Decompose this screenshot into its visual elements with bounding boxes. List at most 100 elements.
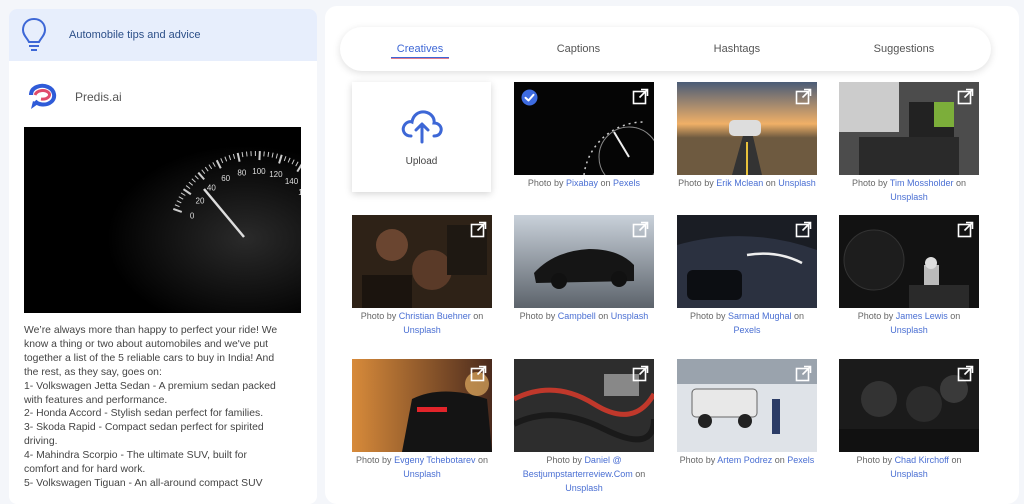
creative-card: Photo by Erik Mclean on Unsplash — [677, 82, 817, 190]
author-link[interactable]: Erik Mclean — [716, 178, 763, 188]
caption-line: together a list of the 5 reliable cars t… — [24, 352, 275, 364]
caption-line: comfort and for hard work. — [24, 464, 146, 476]
creative-card: Photo by Artem Podrez on Pexels — [677, 359, 817, 467]
creatives-panel: Creatives Captions Hashtags Suggestions … — [325, 6, 1019, 504]
source-link[interactable]: Unsplash — [403, 325, 441, 335]
creative-thumbnail[interactable] — [839, 359, 979, 452]
author-link[interactable]: Christian Buehner — [399, 311, 471, 321]
creative-thumbnail[interactable] — [839, 215, 979, 308]
tab-captions[interactable]: Captions — [551, 43, 606, 55]
gauge-label: 160 — [298, 188, 301, 197]
caption-line: 1- Volkswagen Jetta Sedan - A premium se… — [24, 380, 276, 392]
source-link[interactable]: Unsplash — [890, 325, 928, 335]
tab-creatives[interactable]: Creatives — [390, 43, 450, 59]
credit-on: on — [951, 455, 962, 465]
creative-thumbnail[interactable] — [677, 82, 817, 175]
credit-prefix: Photo by — [856, 455, 893, 465]
caption-line: 3- Skoda Rapid - Compact sedan perfect f… — [24, 422, 264, 434]
creative-thumbnail[interactable] — [514, 82, 654, 175]
external-link-icon[interactable] — [470, 221, 487, 238]
source-link[interactable]: Unsplash — [890, 192, 928, 202]
gauge-label: 140 — [285, 177, 299, 186]
gauge-label: 100 — [252, 167, 266, 176]
caption-line: We’re always more than happy to perfect … — [24, 325, 278, 336]
author-link[interactable]: Evgeny Tchebotarev — [394, 455, 475, 465]
photo-credit: Photo by Evgeny Tchebotarev on Unsplash — [352, 453, 492, 481]
credit-prefix: Photo by — [678, 178, 714, 188]
external-link-icon[interactable] — [957, 221, 974, 238]
creative-card: Photo by Tim Mossholder on Unsplash — [839, 82, 979, 204]
photo-credit: Photo by Christian Buehner on Unsplash — [352, 309, 492, 337]
photo-credit: Photo by Pixabay on Pexels — [514, 176, 654, 190]
creative-thumbnail[interactable] — [839, 82, 979, 175]
source-link[interactable]: Unsplash — [890, 469, 928, 479]
external-link-icon[interactable] — [632, 365, 649, 382]
creative-card: Photo by Sarmad Mughal on Pexels — [677, 215, 817, 337]
caption-line: 5- Volkswagen Tiguan - An all-around com… — [24, 477, 263, 489]
lightbulb-icon — [21, 17, 47, 51]
selected-check-icon — [521, 89, 538, 106]
credit-on: on — [477, 455, 488, 465]
gauge-label: 80 — [237, 168, 246, 177]
tab-suggestions[interactable]: Suggestions — [868, 43, 941, 55]
photo-credit: Photo by Tim Mossholder on Unsplash — [839, 176, 979, 204]
credit-prefix: Photo by — [689, 311, 726, 321]
creative-thumbnail[interactable] — [352, 359, 492, 452]
caption-line: know a thing or two about automobiles an… — [24, 338, 269, 350]
credit-prefix: Photo by — [546, 455, 582, 465]
credit-on: on — [956, 178, 967, 188]
creative-thumbnail[interactable] — [352, 215, 492, 308]
upload-button[interactable]: Upload — [352, 82, 491, 192]
source-link[interactable]: Pexels — [613, 178, 640, 188]
external-link-icon[interactable] — [957, 365, 974, 382]
external-link-icon[interactable] — [795, 365, 812, 382]
caption-line: 4- Mahindra Scorpio - The ultimate SUV, … — [24, 450, 247, 462]
external-link-icon[interactable] — [632, 221, 649, 238]
creative-thumbnail[interactable] — [677, 215, 817, 308]
credit-on: on — [635, 469, 646, 479]
photo-credit: Photo by Daniel @ Bestjumpstarterreview.… — [514, 453, 654, 495]
photo-credit: Photo by Campbell on Unsplash — [514, 309, 654, 323]
source-link[interactable]: Pexels — [787, 455, 814, 465]
source-link[interactable]: Pexels — [733, 325, 760, 335]
tab-bar: Creatives Captions Hashtags Suggestions — [340, 27, 991, 71]
source-link[interactable]: Unsplash — [611, 311, 649, 321]
external-link-icon[interactable] — [795, 88, 812, 105]
gauge-label: 120 — [269, 170, 283, 179]
tab-hashtags[interactable]: Hashtags — [708, 43, 766, 55]
photo-credit: Photo by James Lewis on Unsplash — [839, 309, 979, 337]
external-link-icon[interactable] — [795, 221, 812, 238]
cloud-upload-icon — [401, 109, 443, 143]
post-image-speedometer: 020406080100120140160180200 — [24, 127, 301, 313]
brand-name: Predis.ai — [75, 90, 122, 104]
credit-prefix: Photo by — [360, 311, 397, 321]
brand: Predis.ai — [27, 83, 122, 111]
creative-thumbnail[interactable] — [514, 359, 654, 452]
author-link[interactable]: Sarmad Mughal — [728, 311, 792, 321]
author-link[interactable]: Artem Podrez — [717, 455, 772, 465]
creative-card: Photo by Daniel @ Bestjumpstarterreview.… — [514, 359, 654, 495]
post-caption: We’re always more than happy to perfect … — [24, 324, 310, 491]
author-link[interactable]: Campbell — [558, 311, 596, 321]
creative-card: Photo by Christian Buehner on Unsplash — [352, 215, 492, 337]
author-link[interactable]: James Lewis — [896, 311, 948, 321]
source-link[interactable]: Unsplash — [778, 178, 816, 188]
creative-card: Photo by Campbell on Unsplash — [514, 215, 654, 323]
creative-card: Photo by James Lewis on Unsplash — [839, 215, 979, 337]
author-link[interactable]: Tim Mossholder — [890, 178, 954, 188]
creative-card: Photo by Pixabay on Pexels — [514, 82, 654, 190]
source-link[interactable]: Unsplash — [403, 469, 441, 479]
credit-on: on — [600, 178, 611, 188]
upload-label: Upload — [405, 155, 438, 167]
source-link[interactable]: Unsplash — [565, 483, 603, 493]
external-link-icon[interactable] — [957, 88, 974, 105]
author-link[interactable]: Chad Kirchoff — [895, 455, 949, 465]
credit-on: on — [774, 455, 785, 465]
external-link-icon[interactable] — [632, 88, 649, 105]
author-link[interactable]: Pixabay — [566, 178, 598, 188]
creative-thumbnail[interactable] — [677, 359, 817, 452]
credit-prefix: Photo by — [527, 178, 564, 188]
external-link-icon[interactable] — [470, 365, 487, 382]
post-header: Automobile tips and advice — [9, 9, 317, 61]
creative-thumbnail[interactable] — [514, 215, 654, 308]
